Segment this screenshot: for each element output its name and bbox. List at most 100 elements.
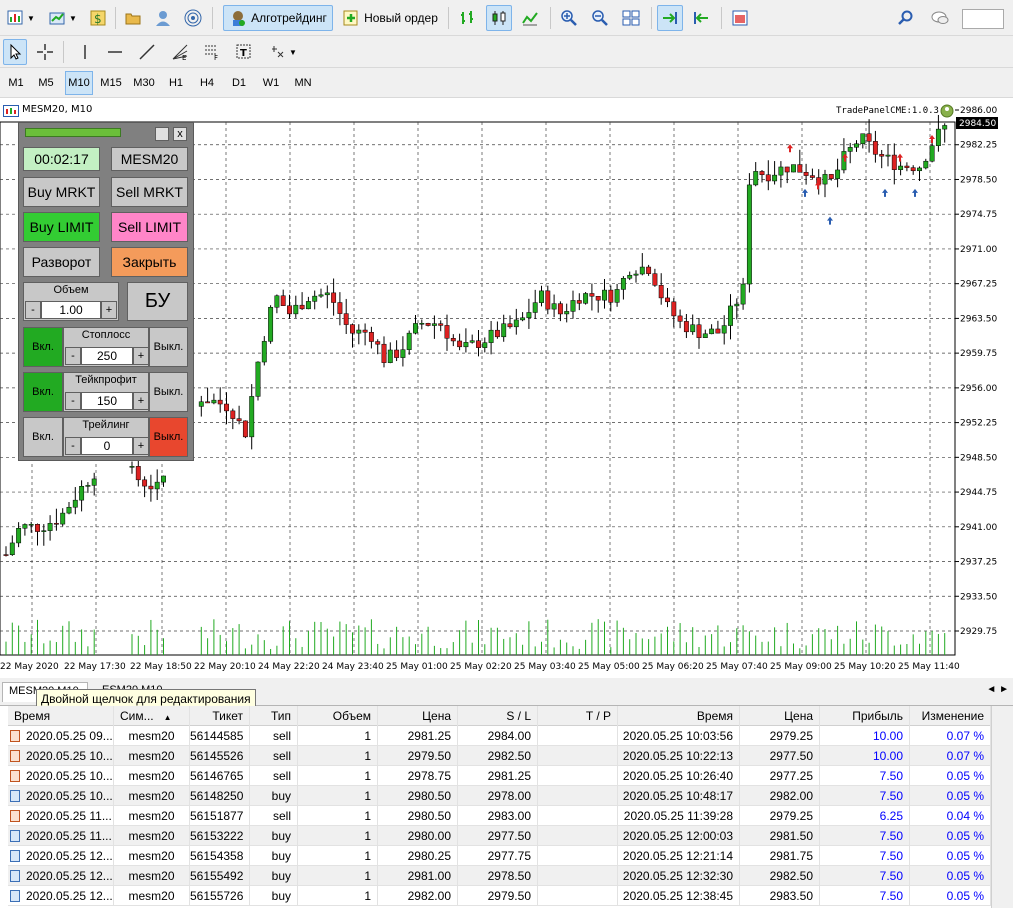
buy-market-button[interactable]: Buy MRKT	[23, 177, 100, 207]
takeprofit-input[interactable]: 150	[81, 392, 133, 410]
horizontal-line-button[interactable]	[103, 39, 127, 65]
takeprofit-minus-button[interactable]: -	[65, 392, 81, 410]
takeprofit-off-button[interactable]: Выкл.	[149, 372, 188, 412]
fibo-fan-button[interactable]: E	[167, 39, 193, 65]
tabs-scroll-arrows[interactable]: ◄ ►	[986, 684, 1009, 695]
candle-body	[532, 302, 538, 313]
profiles-button[interactable]: ▼	[44, 5, 82, 31]
col-time[interactable]: Время	[8, 706, 114, 726]
history-table[interactable]: Время Сим... ▲ Тикет Тип Объем Цена S / L…	[0, 706, 1013, 908]
table-row[interactable]: 2020.05.25 10... mesm20 56145526 sell 1 2979.…	[8, 746, 991, 766]
table-row[interactable]: 2020.05.25 12... mesm20 56154358 buy 1 2980.2…	[8, 846, 991, 866]
col-change[interactable]: Изменение	[910, 706, 991, 726]
trailing-on-button[interactable]: Вкл.	[23, 417, 63, 457]
col-symbol[interactable]: Сим... ▲	[114, 706, 190, 726]
vertical-line-button[interactable]	[73, 39, 97, 65]
timeframe-m5[interactable]: M5	[32, 71, 60, 95]
timeframe-h4[interactable]: H4	[193, 71, 221, 95]
table-row[interactable]: 2020.05.25 12... mesm20 56155726 buy 1 2982.0…	[8, 886, 991, 906]
close-position-button[interactable]: Закрыть	[111, 247, 188, 277]
candle-body	[482, 342, 488, 348]
crosshair-tool-button[interactable]	[33, 39, 57, 65]
candle-body	[129, 466, 135, 468]
timeframe-h1[interactable]: H1	[162, 71, 190, 95]
takeprofit-plus-button[interactable]: +	[133, 392, 149, 410]
sell-market-button[interactable]: Sell MRKT	[111, 177, 188, 207]
volume-plus-button[interactable]: +	[101, 301, 117, 319]
panel-drag-bar[interactable]	[25, 128, 121, 137]
timeframe-d1[interactable]: D1	[225, 71, 253, 95]
chat-button[interactable]	[925, 5, 955, 31]
panel-close-button[interactable]: x	[173, 127, 187, 141]
panel-minimize-button[interactable]	[155, 127, 169, 141]
bar-chart-button[interactable]	[455, 5, 481, 31]
col-tp[interactable]: T / P	[538, 706, 618, 726]
cell-type: buy	[250, 786, 298, 806]
fibo-levels-button[interactable]: F	[199, 39, 225, 65]
table-row[interactable]: 2020.05.25 10... mesm20 56148250 buy 1 2980.5…	[8, 786, 991, 806]
takeprofit-on-button[interactable]: Вкл.	[23, 372, 63, 412]
navigator-button[interactable]	[151, 5, 175, 31]
takeprofit-label: Тейкпрофит	[75, 374, 137, 386]
table-row[interactable]: 2020.05.25 11... mesm20 56151877 sell 1 2980.…	[8, 806, 991, 826]
candle-body	[658, 285, 664, 299]
templates-button[interactable]	[727, 5, 753, 31]
shapes-tool-button[interactable]: ▼	[263, 39, 303, 65]
reverse-button[interactable]: Разворот	[23, 247, 100, 277]
data-window-button[interactable]	[121, 5, 145, 31]
signal-icon	[184, 9, 202, 27]
col-type[interactable]: Тип	[250, 706, 298, 726]
trade-panel[interactable]: x 00:02:17 MESM20 Buy MRKT Sell MRKT Buy…	[18, 122, 194, 461]
col-close-time[interactable]: Время	[618, 706, 740, 726]
cell-close-time: 2020.05.25 12:38:45	[618, 886, 740, 906]
timeframe-m1[interactable]: M1	[2, 71, 30, 95]
signal-button[interactable]	[181, 5, 205, 31]
search-input[interactable]	[962, 9, 1004, 29]
stoploss-minus-button[interactable]: -	[65, 347, 81, 365]
algo-trading-button[interactable]: Алготрейдинг	[223, 5, 333, 31]
text-tool-button[interactable]: T	[231, 39, 257, 65]
sell-limit-button[interactable]: Sell LIMIT	[111, 212, 188, 242]
volume-input[interactable]: 1.00	[41, 301, 101, 319]
stoploss-input[interactable]: 250	[81, 347, 133, 365]
timeframe-m30[interactable]: M30	[130, 71, 158, 95]
trendline-button[interactable]	[135, 39, 159, 65]
col-price[interactable]: Цена	[378, 706, 458, 726]
stoploss-off-button[interactable]: Выкл.	[149, 327, 188, 367]
col-volume[interactable]: Объем	[298, 706, 378, 726]
market-watch-button[interactable]: $	[86, 5, 110, 31]
buy-limit-button[interactable]: Buy LIMIT	[23, 212, 100, 242]
breakeven-button[interactable]: БУ	[127, 282, 188, 321]
zoom-out-button[interactable]	[587, 5, 613, 31]
timeframe-m10[interactable]: M10	[65, 71, 93, 95]
line-chart-button[interactable]	[517, 5, 543, 31]
trailing-plus-button[interactable]: +	[133, 437, 149, 455]
auto-scroll-button[interactable]	[657, 5, 683, 31]
timeframe-mn[interactable]: MN	[289, 71, 317, 95]
timeframe-m15[interactable]: M15	[97, 71, 125, 95]
table-row[interactable]: 2020.05.25 12... mesm20 56155492 buy 1 2981.0…	[8, 866, 991, 886]
candlestick-chart-button[interactable]	[486, 5, 512, 31]
trailing-minus-button[interactable]: -	[65, 437, 81, 455]
zoom-in-button[interactable]	[556, 5, 582, 31]
trailing-input[interactable]: 0	[81, 437, 133, 455]
col-profit[interactable]: Прибыль	[820, 706, 910, 726]
new-chart-button[interactable]: ▼	[2, 5, 40, 31]
stoploss-plus-button[interactable]: +	[133, 347, 149, 365]
new-order-button[interactable]: Новый ордер	[337, 5, 443, 31]
stoploss-on-button[interactable]: Вкл.	[23, 327, 63, 367]
chart-shift-button[interactable]	[688, 5, 714, 31]
tile-windows-button[interactable]	[618, 5, 644, 31]
timeframe-w1[interactable]: W1	[257, 71, 285, 95]
table-row[interactable]: 2020.05.25 10... mesm20 56146765 sell 1 2978.…	[8, 766, 991, 786]
table-row[interactable]: 2020.05.25 11... mesm20 56153222 buy 1 2980.0…	[8, 826, 991, 846]
table-row[interactable]: 2020.05.25 09... mesm20 56144585 sell 1 2981.…	[8, 726, 991, 746]
trailing-off-button[interactable]: Выкл.	[149, 417, 188, 457]
col-close-price[interactable]: Цена	[740, 706, 820, 726]
volume-minus-button[interactable]: -	[25, 301, 41, 319]
col-sl[interactable]: S / L	[458, 706, 538, 726]
col-ticket[interactable]: Тикет	[190, 706, 250, 726]
search-button[interactable]	[893, 5, 919, 31]
cursor-tool-button[interactable]	[3, 39, 27, 65]
table-scrollbar[interactable]	[991, 706, 1013, 908]
